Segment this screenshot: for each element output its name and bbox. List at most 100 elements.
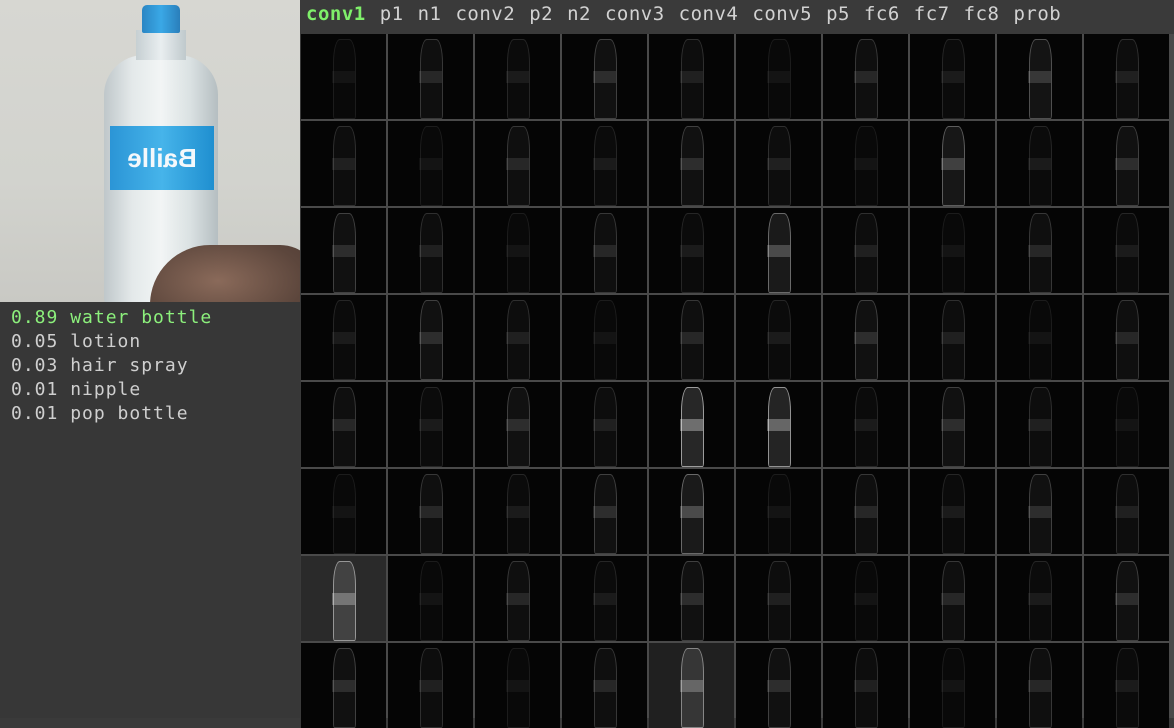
tab-n2[interactable]: n2 [567, 3, 591, 25]
feature-map-cell[interactable] [649, 295, 734, 380]
feature-map-cell[interactable] [823, 556, 908, 641]
feature-map-cell[interactable] [1084, 34, 1169, 119]
feature-map-cell[interactable] [736, 121, 821, 206]
feature-map-cell[interactable] [475, 34, 560, 119]
feature-map-cell[interactable] [823, 295, 908, 380]
activation-grid [301, 34, 1174, 728]
feature-map-cell[interactable] [997, 643, 1082, 728]
feature-map-cell[interactable] [475, 556, 560, 641]
feature-map-cell[interactable] [910, 208, 995, 293]
feature-map-cell[interactable] [388, 208, 473, 293]
tab-conv1[interactable]: conv1 [306, 3, 366, 25]
feature-map-cell[interactable] [562, 382, 647, 467]
feature-map-cell[interactable] [736, 295, 821, 380]
feature-map-cell[interactable] [649, 556, 734, 641]
feature-map-cell[interactable] [475, 121, 560, 206]
tab-p2[interactable]: p2 [529, 3, 553, 25]
feature-map-cell[interactable] [301, 556, 386, 641]
feature-map-cell[interactable] [736, 556, 821, 641]
feature-map-cell[interactable] [736, 643, 821, 728]
feature-map-cell[interactable] [388, 382, 473, 467]
tab-prob[interactable]: prob [1013, 3, 1061, 25]
feature-map-cell[interactable] [736, 208, 821, 293]
feature-map-cell[interactable] [1084, 556, 1169, 641]
feature-map-cell[interactable] [301, 382, 386, 467]
feature-map-cell[interactable] [997, 382, 1082, 467]
feature-map-cell[interactable] [1084, 208, 1169, 293]
tab-fc7[interactable]: fc7 [914, 3, 950, 25]
tab-fc8[interactable]: fc8 [964, 3, 1000, 25]
feature-map-cell[interactable] [736, 382, 821, 467]
feature-map-cell[interactable] [997, 556, 1082, 641]
feature-map-cell[interactable] [1084, 469, 1169, 554]
feature-map-cell[interactable] [910, 643, 995, 728]
feature-map-cell[interactable] [997, 34, 1082, 119]
tab-p1[interactable]: p1 [380, 3, 404, 25]
feature-map-cell[interactable] [475, 295, 560, 380]
feature-map-cell[interactable] [1084, 382, 1169, 467]
feature-map-cell[interactable] [823, 121, 908, 206]
feature-map-cell[interactable] [910, 469, 995, 554]
prediction-label: water bottle [70, 307, 213, 328]
feature-map-cell[interactable] [649, 469, 734, 554]
feature-map-cell[interactable] [562, 295, 647, 380]
feature-map-cell[interactable] [301, 295, 386, 380]
feature-map-cell[interactable] [1084, 643, 1169, 728]
feature-map-cell[interactable] [997, 295, 1082, 380]
feature-map-cell[interactable] [388, 643, 473, 728]
feature-map-cell[interactable] [736, 469, 821, 554]
tab-conv4[interactable]: conv4 [679, 3, 739, 25]
feature-map-cell[interactable] [475, 382, 560, 467]
feature-map-cell[interactable] [562, 469, 647, 554]
feature-map-cell[interactable] [823, 469, 908, 554]
feature-map-cell[interactable] [910, 295, 995, 380]
feature-map-cell[interactable] [997, 208, 1082, 293]
feature-map-cell[interactable] [562, 34, 647, 119]
tab-conv5[interactable]: conv5 [752, 3, 812, 25]
feature-map-cell[interactable] [649, 121, 734, 206]
feature-map-cell[interactable] [910, 382, 995, 467]
feature-map-cell[interactable] [997, 121, 1082, 206]
feature-map-cell[interactable] [823, 208, 908, 293]
feature-map-cell[interactable] [388, 295, 473, 380]
feature-map-cell[interactable] [301, 208, 386, 293]
feature-map-cell[interactable] [388, 121, 473, 206]
feature-map-cell[interactable] [910, 121, 995, 206]
feature-map-cell[interactable] [649, 208, 734, 293]
feature-map-cell[interactable] [823, 34, 908, 119]
feature-map-cell[interactable] [301, 469, 386, 554]
feature-map-cell[interactable] [388, 556, 473, 641]
feature-map-cell[interactable] [475, 469, 560, 554]
feature-map-cell[interactable] [562, 556, 647, 641]
tab-conv2[interactable]: conv2 [455, 3, 515, 25]
tab-conv3[interactable]: conv3 [605, 3, 665, 25]
feature-map-cell[interactable] [475, 643, 560, 728]
feature-map-cell[interactable] [910, 556, 995, 641]
feature-map-cell[interactable] [388, 34, 473, 119]
camera-view: Baille [0, 0, 300, 302]
feature-map-cell[interactable] [823, 382, 908, 467]
prediction-item: 0.05 lotion [11, 330, 212, 354]
feature-map-cell[interactable] [910, 34, 995, 119]
feature-map-cell[interactable] [388, 469, 473, 554]
prediction-item: 0.01 nipple [11, 378, 212, 402]
feature-map-cell[interactable] [649, 643, 734, 728]
feature-map-cell[interactable] [649, 382, 734, 467]
feature-map-cell[interactable] [997, 469, 1082, 554]
feature-map-cell[interactable] [1084, 121, 1169, 206]
feature-map-cell[interactable] [301, 643, 386, 728]
feature-map-cell[interactable] [301, 34, 386, 119]
feature-map-cell[interactable] [562, 643, 647, 728]
feature-map-cell[interactable] [649, 34, 734, 119]
tab-p5[interactable]: p5 [826, 3, 850, 25]
feature-map-cell[interactable] [562, 121, 647, 206]
feature-map-cell[interactable] [1084, 295, 1169, 380]
feature-map-cell[interactable] [301, 121, 386, 206]
feature-map-cell[interactable] [736, 34, 821, 119]
feature-map-cell[interactable] [475, 208, 560, 293]
tab-fc6[interactable]: fc6 [864, 3, 900, 25]
feature-map-cell[interactable] [562, 208, 647, 293]
feature-map-cell[interactable] [823, 643, 908, 728]
prediction-item: 0.03 hair spray [11, 354, 212, 378]
tab-n1[interactable]: n1 [418, 3, 442, 25]
